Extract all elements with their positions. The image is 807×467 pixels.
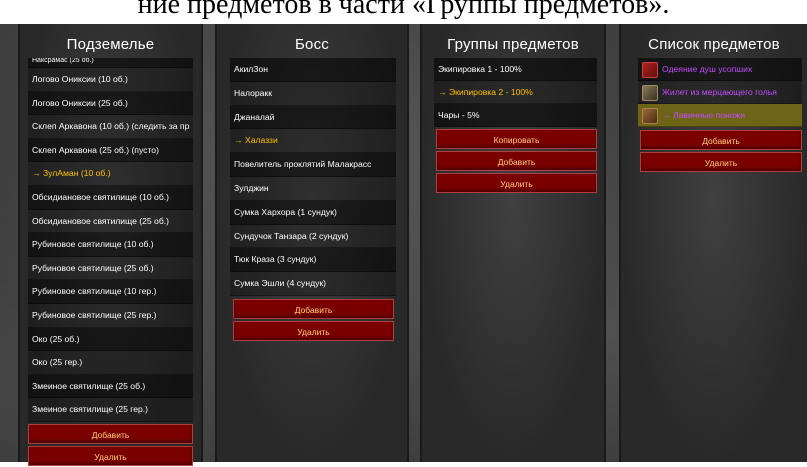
item-list-delete-button[interactable]: Удалить bbox=[640, 152, 802, 172]
dungeon-list-item[interactable]: Рубиновое святилище (25 об.) bbox=[28, 256, 193, 281]
leggings-icon bbox=[642, 107, 658, 124]
boss-list-item[interactable]: Тюк Краза (3 сундук) bbox=[230, 248, 396, 273]
item-group-list-item-selected[interactable]: → Экипировка 2 - 100% bbox=[434, 81, 597, 104]
boss-list-item[interactable]: Джаналай bbox=[230, 105, 396, 130]
boss-list-item[interactable]: АкилЗон bbox=[230, 58, 396, 82]
item-list-panel: Список предметов Одеяние душ усопших Жил… bbox=[619, 24, 807, 462]
item-groups-list: Экипировка 1 - 100% → Экипировка 2 - 100… bbox=[434, 58, 597, 127]
boss-list-item[interactable]: Сундучок Танзара (2 сундук) bbox=[230, 224, 396, 249]
dungeon-list-item[interactable]: Око (25 гер.) bbox=[28, 351, 193, 375]
dungeon-list-item[interactable]: Око (25 об.) bbox=[28, 327, 193, 352]
dungeon-list-item-selected[interactable]: → ЗулАман (10 об.) bbox=[28, 162, 193, 186]
dungeon-panel-title: Подземелье bbox=[66, 36, 155, 53]
dungeon-list-item[interactable]: Обсидиановое святилище (10 об.) bbox=[28, 185, 193, 210]
dungeon-list-item[interactable]: Склеп Аркавона (25 об.) (пусто) bbox=[28, 138, 193, 163]
dungeon-list-item[interactable]: Наксрамас (25 об.) bbox=[28, 58, 193, 68]
boss-panel-title: Босс bbox=[295, 36, 329, 53]
dungeon-list-item[interactable]: Рубиновое святилище (10 об.) bbox=[28, 233, 193, 257]
item-list-item-selected[interactable]: → Лавинные поножи bbox=[638, 104, 802, 127]
item-list-panel-title: Список предметов bbox=[648, 36, 780, 53]
boss-list-item[interactable]: Повелитель проклятий Малакрасс bbox=[230, 153, 396, 177]
item-group-list-item[interactable]: Экипировка 1 - 100% bbox=[434, 58, 597, 81]
dungeon-list-item[interactable]: Рубиновое святилище (10 гер.) bbox=[28, 280, 193, 304]
boss-list-item[interactable]: Зулджин bbox=[230, 176, 396, 201]
boss-list-item[interactable]: Сумка Хархора (1 сундук) bbox=[230, 200, 396, 225]
dungeon-list-item[interactable]: Змеиное святилище (25 гер.) bbox=[28, 398, 193, 422]
item-name: → Лавинные поножи bbox=[662, 110, 746, 120]
item-groups-delete-button[interactable]: Удалить bbox=[436, 173, 597, 193]
boss-list: АкилЗон Налоракк Джаналай → Халаззи Пове… bbox=[230, 58, 396, 296]
robe-icon bbox=[642, 61, 658, 78]
dungeon-panel: Подземелье Наксрамас (25 об.) Логово Они… bbox=[18, 24, 203, 466]
item-list-item[interactable]: Одеяние душ усопших bbox=[638, 58, 802, 81]
item-list-item[interactable]: Жилет из мерцающего голья bbox=[638, 81, 802, 104]
dungeon-list-item[interactable]: Обсидиановое святилище (25 об.) bbox=[28, 209, 193, 234]
dungeon-add-button[interactable]: Добавить bbox=[28, 423, 193, 444]
item-groups-panel: Группы предметов Экипировка 1 - 100% → Э… bbox=[420, 24, 606, 462]
boss-panel: Босс АкилЗон Налоракк Джаналай → Халаззи… bbox=[215, 24, 409, 462]
dungeon-list-item[interactable]: Логово Ониксии (25 об.) bbox=[28, 91, 193, 116]
item-groups-copy-button[interactable]: Копировать bbox=[436, 129, 597, 149]
boss-list-item[interactable]: Сумка Эшли (4 сундук) bbox=[230, 272, 396, 296]
dungeon-list-item[interactable]: Логово Ониксии (10 об.) bbox=[28, 68, 193, 92]
boss-list-item[interactable]: Налоракк bbox=[230, 81, 396, 106]
item-list-add-button[interactable]: Добавить bbox=[640, 130, 802, 150]
boss-list-item-selected[interactable]: → Халаззи bbox=[230, 129, 396, 154]
dungeon-delete-button[interactable]: Удалить bbox=[28, 445, 193, 466]
dungeon-list: Наксрамас (25 об.) Логово Ониксии (10 об… bbox=[28, 58, 193, 422]
boss-delete-button[interactable]: Удалить bbox=[233, 320, 394, 341]
dungeon-list-item[interactable]: Склеп Аркавона (10 об.) (следить за пр bbox=[28, 115, 193, 139]
vest-icon bbox=[642, 84, 658, 101]
editor-stage: Подземелье Наксрамас (25 об.) Логово Они… bbox=[0, 24, 807, 466]
item-list: Одеяние душ усопших Жилет из мерцающего … bbox=[638, 58, 802, 127]
dungeon-list-item[interactable]: Рубиновое святилище (25 гер.) bbox=[28, 303, 193, 328]
item-name: Жилет из мерцающего голья bbox=[662, 87, 777, 97]
item-groups-add-button[interactable]: Добавить bbox=[436, 151, 597, 171]
boss-add-button[interactable]: Добавить bbox=[233, 298, 394, 319]
item-name: Одеяние душ усопших bbox=[662, 64, 753, 74]
document-caption: ние предметов в части «Группы предметов»… bbox=[137, 0, 670, 20]
dungeon-list-item[interactable]: Змеиное святилище (25 об.) bbox=[28, 374, 193, 399]
item-groups-panel-title: Группы предметов bbox=[447, 36, 579, 53]
item-group-list-item[interactable]: Чары - 5% bbox=[434, 104, 597, 127]
